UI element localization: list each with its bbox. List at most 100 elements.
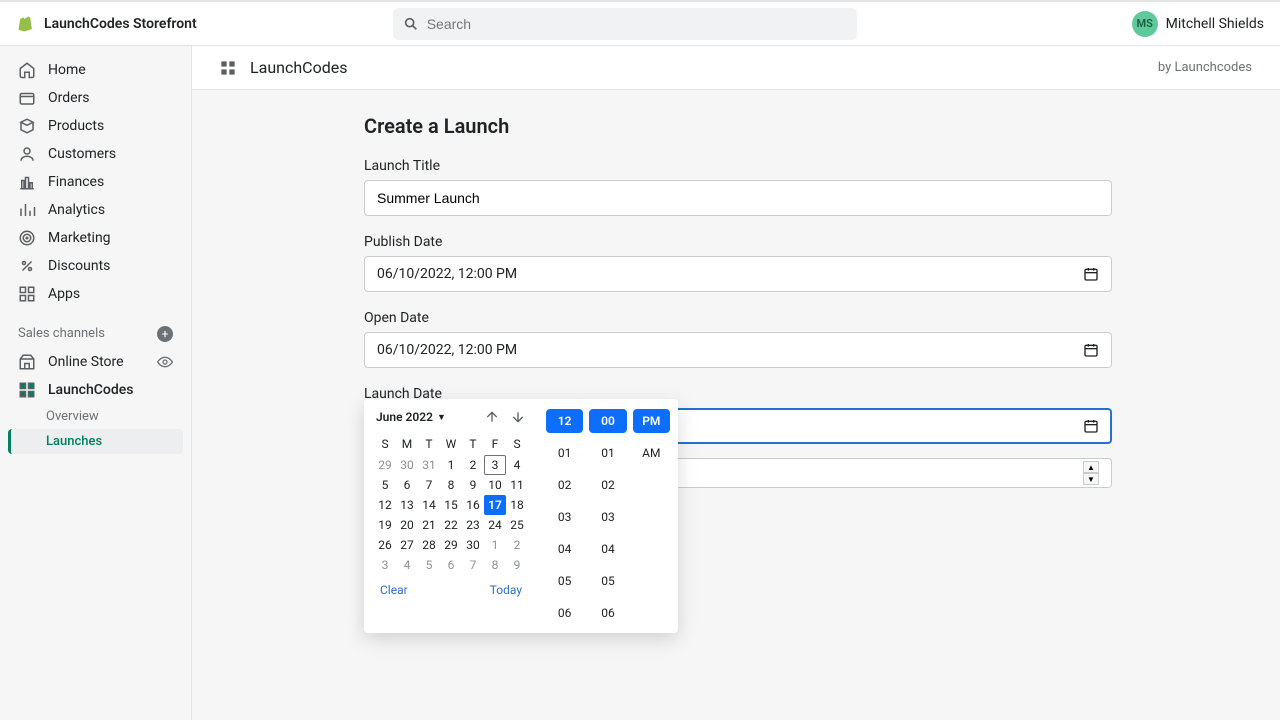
calendar-day[interactable]: 17 xyxy=(484,495,506,515)
calendar-day[interactable]: 4 xyxy=(506,455,528,475)
calendar-day[interactable]: 5 xyxy=(374,475,396,495)
calendar-day[interactable]: 8 xyxy=(440,475,462,495)
mins-option[interactable]: 06 xyxy=(589,601,626,625)
next-month-icon[interactable] xyxy=(510,409,526,425)
app-icon xyxy=(220,60,236,76)
publish-date-input[interactable]: 06/10/2022, 12:00 PM xyxy=(364,256,1112,292)
sidebar: HomeOrdersProductsCustomersFinancesAnaly… xyxy=(0,46,192,720)
calendar-day[interactable]: 26 xyxy=(374,535,396,555)
calendar-day[interactable]: 9 xyxy=(506,555,528,575)
mins-option[interactable]: 02 xyxy=(589,473,626,497)
calendar-day[interactable]: 18 xyxy=(506,495,528,515)
calendar-day[interactable]: 14 xyxy=(418,495,440,515)
calendar-day[interactable]: 15 xyxy=(440,495,462,515)
sidebar-item-discounts[interactable]: Discounts xyxy=(8,252,183,280)
mins-option[interactable]: 04 xyxy=(589,537,626,561)
open-date-input[interactable]: 06/10/2022, 12:00 PM xyxy=(364,332,1112,368)
calendar-day[interactable]: 12 xyxy=(374,495,396,515)
hours-column[interactable]: 12 01 02 03 04 05 06 xyxy=(546,409,583,625)
sidebar-item-customers[interactable]: Customers xyxy=(8,140,183,168)
calendar-day[interactable]: 7 xyxy=(418,475,440,495)
sidebar-item-home[interactable]: Home xyxy=(8,56,183,84)
customers-icon xyxy=(18,145,36,163)
store-logo[interactable]: LaunchCodes Storefront xyxy=(16,14,197,34)
view-store-icon[interactable] xyxy=(157,354,173,370)
ampm-option[interactable]: PM xyxy=(633,409,670,433)
sidebar-item-orders[interactable]: Orders xyxy=(8,84,183,112)
user-menu[interactable]: MS Mitchell Shields xyxy=(1132,11,1264,37)
calendar-day[interactable]: 30 xyxy=(396,455,418,475)
sidebar-item-products[interactable]: Products xyxy=(8,112,183,140)
hours-option[interactable]: 05 xyxy=(546,569,583,593)
calendar-day[interactable]: 2 xyxy=(462,455,484,475)
sidebar-channel-online-store[interactable]: Online Store xyxy=(8,348,157,376)
sidebar-item-finances[interactable]: Finances xyxy=(8,168,183,196)
calendar-day[interactable]: 20 xyxy=(396,515,418,535)
discounts-icon xyxy=(18,257,36,275)
search-input[interactable] xyxy=(427,16,847,32)
clear-button[interactable]: Clear xyxy=(380,583,408,597)
calendar-day[interactable]: 16 xyxy=(462,495,484,515)
add-channel-button[interactable]: + xyxy=(157,326,173,342)
ampm-column[interactable]: PM AM xyxy=(633,409,670,625)
shopify-logo-icon xyxy=(16,14,36,34)
mins-option[interactable]: 00 xyxy=(589,409,626,433)
calendar-day[interactable]: 4 xyxy=(396,555,418,575)
hours-option[interactable]: 03 xyxy=(546,505,583,529)
calendar-day[interactable]: 27 xyxy=(396,535,418,555)
calendar-day[interactable]: 25 xyxy=(506,515,528,535)
sidebar-channel-launchcodes[interactable]: LaunchCodes xyxy=(8,376,183,404)
calendar-day[interactable]: 29 xyxy=(374,455,396,475)
search-bar[interactable] xyxy=(393,8,857,40)
sidebar-item-analytics[interactable]: Analytics xyxy=(8,196,183,224)
hours-option[interactable]: 04 xyxy=(546,537,583,561)
sidebar-item-marketing[interactable]: Marketing xyxy=(8,224,183,252)
calendar-day[interactable]: 19 xyxy=(374,515,396,535)
calendar-grid: SMTWTFS 29303112345678910111213141516171… xyxy=(374,433,528,575)
sidebar-subitem-overview[interactable]: Overview xyxy=(8,404,183,429)
month-select[interactable]: June 2022 ▼ xyxy=(376,410,446,424)
prev-month-icon[interactable] xyxy=(484,409,500,425)
mins-option[interactable]: 03 xyxy=(589,505,626,529)
calendar-day[interactable]: 13 xyxy=(396,495,418,515)
calendar-day[interactable]: 11 xyxy=(506,475,528,495)
mins-option[interactable]: 05 xyxy=(589,569,626,593)
calendar-day[interactable]: 24 xyxy=(484,515,506,535)
calendar-day[interactable]: 9 xyxy=(462,475,484,495)
calendar-day[interactable]: 6 xyxy=(440,555,462,575)
calendar-day[interactable]: 21 xyxy=(418,515,440,535)
today-button[interactable]: Today xyxy=(490,583,522,597)
calendar-day[interactable]: 3 xyxy=(484,455,506,475)
calendar-day[interactable]: 23 xyxy=(462,515,484,535)
calendar-day[interactable]: 31 xyxy=(418,455,440,475)
calendar: June 2022 ▼ SMTWTFS 29303112345678910111… xyxy=(364,399,538,633)
calendar-day[interactable]: 2 xyxy=(506,535,528,555)
calendar-day[interactable]: 1 xyxy=(484,535,506,555)
calendar-day[interactable]: 6 xyxy=(396,475,418,495)
calendar-day[interactable]: 10 xyxy=(484,475,506,495)
step-down-button[interactable]: ▼ xyxy=(1083,473,1099,485)
hours-option[interactable]: 12 xyxy=(546,409,583,433)
calendar-day[interactable]: 1 xyxy=(440,455,462,475)
finances-icon xyxy=(18,173,36,191)
minutes-column[interactable]: 00 01 02 03 04 05 06 xyxy=(589,409,626,625)
ampm-option[interactable]: AM xyxy=(633,441,670,465)
calendar-day[interactable]: 22 xyxy=(440,515,462,535)
calendar-day[interactable]: 5 xyxy=(418,555,440,575)
hours-option[interactable]: 02 xyxy=(546,473,583,497)
marketing-icon xyxy=(18,229,36,247)
calendar-day[interactable]: 30 xyxy=(462,535,484,555)
calendar-day[interactable]: 3 xyxy=(374,555,396,575)
mins-option[interactable]: 01 xyxy=(589,441,626,465)
hours-option[interactable]: 01 xyxy=(546,441,583,465)
sidebar-subitem-launches[interactable]: Launches xyxy=(8,429,183,454)
hours-option[interactable]: 06 xyxy=(546,601,583,625)
calendar-day[interactable]: 29 xyxy=(440,535,462,555)
step-up-button[interactable]: ▲ xyxy=(1083,461,1099,473)
calendar-day[interactable]: 7 xyxy=(462,555,484,575)
top-bar: LaunchCodes Storefront MS Mitchell Shiel… xyxy=(0,0,1280,46)
calendar-day[interactable]: 8 xyxy=(484,555,506,575)
launch-title-input[interactable] xyxy=(377,190,1099,206)
calendar-day[interactable]: 28 xyxy=(418,535,440,555)
sidebar-item-apps[interactable]: Apps xyxy=(8,280,183,308)
